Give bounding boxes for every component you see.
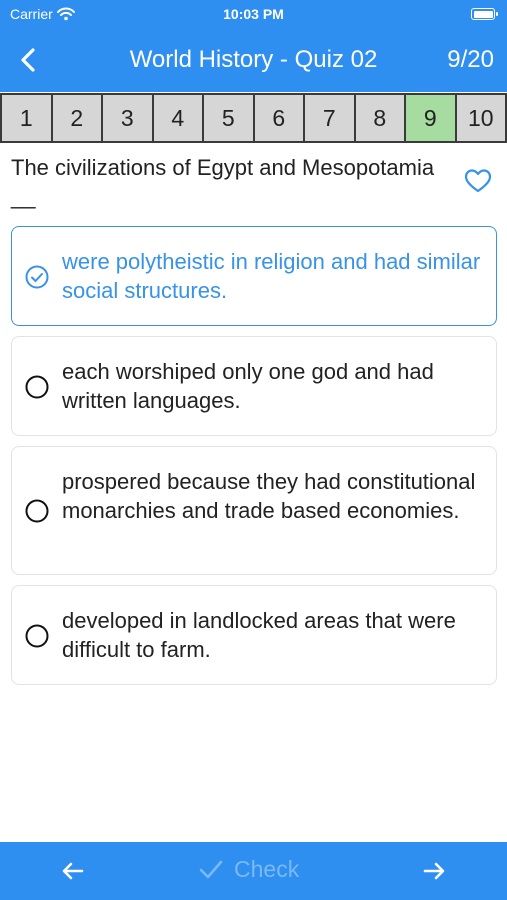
answer-option-text: each worshiped only one god and had writ… xyxy=(62,359,434,413)
answer-option[interactable]: each worshiped only one god and had writ… xyxy=(11,336,497,436)
check-button[interactable]: Check xyxy=(198,856,299,883)
question-text: The civilizations of Egypt and Mesopotam… xyxy=(11,155,435,209)
answer-option-text: prospered because they had constitutiona… xyxy=(62,469,476,523)
checkmark-icon xyxy=(199,860,223,878)
check-circle-icon xyxy=(25,265,49,289)
question-number-9[interactable]: 9 xyxy=(406,95,455,141)
question-number-10[interactable]: 10 xyxy=(456,95,505,141)
check-button-label: Check xyxy=(234,856,300,882)
heart-icon[interactable] xyxy=(463,166,493,196)
radio-circle-icon xyxy=(25,624,49,648)
status-bar: Carrier 10:03 PM xyxy=(0,0,507,28)
question-number-1[interactable]: 1 xyxy=(2,95,51,141)
radio-circle-icon xyxy=(25,375,49,399)
answer-option-text: developed in landlocked areas that were … xyxy=(62,608,456,662)
radio-circle-icon xyxy=(25,499,49,523)
question-number-6[interactable]: 6 xyxy=(254,95,303,141)
answer-option-text: were polytheistic in religion and had si… xyxy=(62,249,481,303)
status-time: 10:03 PM xyxy=(223,6,284,22)
nav-bar: World History - Quiz 02 9/20 xyxy=(0,28,507,92)
question-number-8[interactable]: 8 xyxy=(355,95,404,141)
answer-option[interactable]: developed in landlocked areas that were … xyxy=(11,585,497,685)
bottom-toolbar: Check xyxy=(0,842,507,900)
arrow-right-icon[interactable] xyxy=(421,858,447,884)
quiz-progress: 9/20 xyxy=(447,46,494,73)
arrow-left-icon[interactable] xyxy=(60,858,86,884)
page-title: World History - Quiz 02 xyxy=(129,46,378,73)
question-number-3[interactable]: 3 xyxy=(103,95,152,141)
answer-option[interactable]: were polytheistic in religion and had si… xyxy=(11,226,497,326)
answer-option[interactable]: prospered because they had constitutiona… xyxy=(11,446,497,575)
question-number-bar: 1 2 3 4 5 6 7 8 9 10 xyxy=(0,93,507,143)
battery-icon xyxy=(471,8,498,20)
question-number-2[interactable]: 2 xyxy=(52,95,101,141)
question-number-7[interactable]: 7 xyxy=(305,95,354,141)
question-number-4[interactable]: 4 xyxy=(153,95,202,141)
question-number-5[interactable]: 5 xyxy=(204,95,253,141)
